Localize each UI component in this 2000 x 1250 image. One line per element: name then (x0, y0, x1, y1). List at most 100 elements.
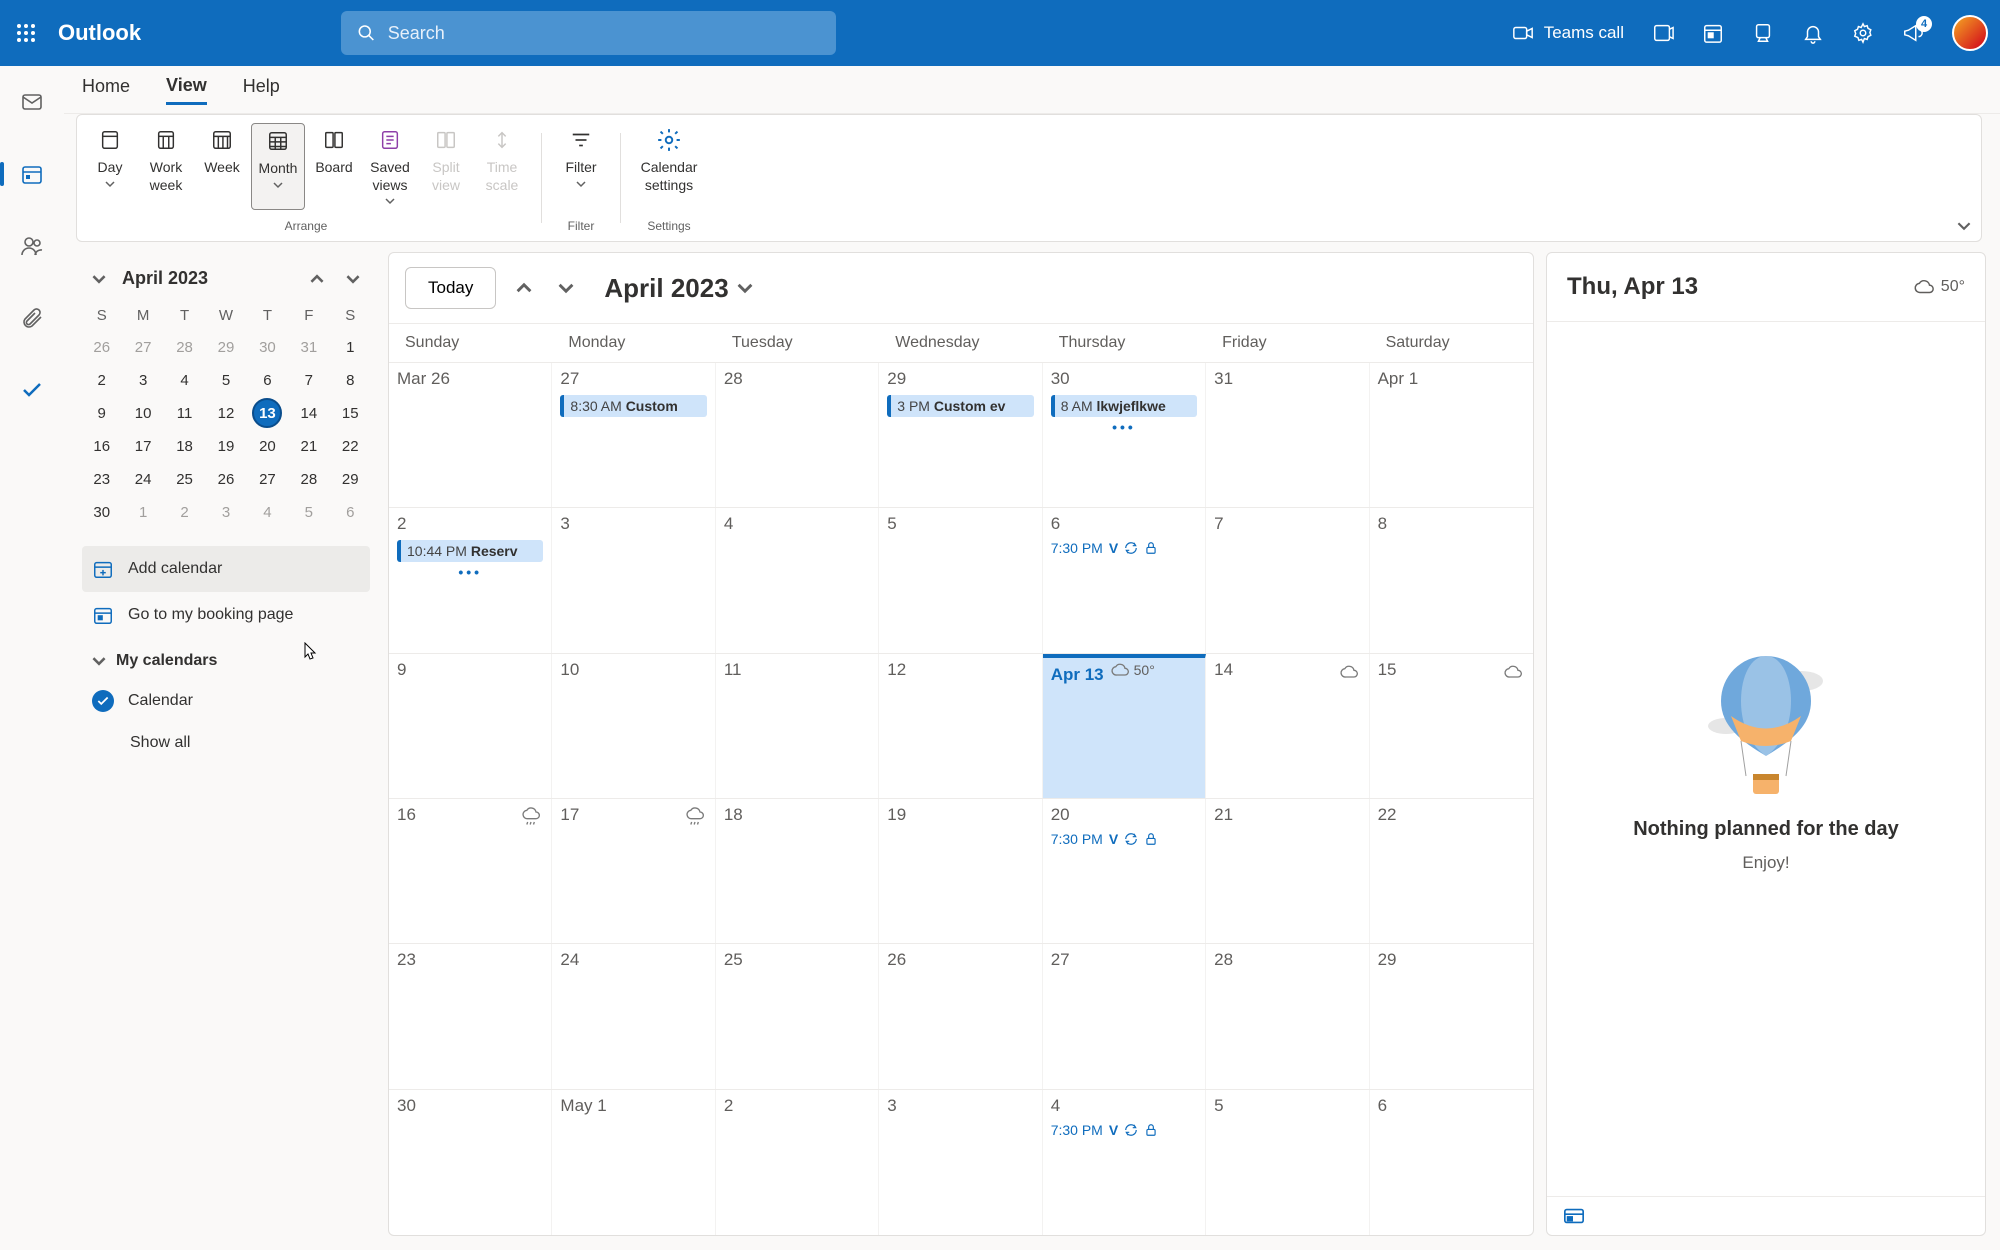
month-cell[interactable]: May 1 (552, 1090, 715, 1235)
month-cell[interactable]: 16 (389, 799, 552, 943)
mini-cal-day[interactable]: 23 (82, 464, 121, 495)
event-item[interactable]: 7:30 PM V (1051, 1122, 1197, 1138)
mini-cal-day[interactable]: 22 (331, 431, 370, 462)
month-cell[interactable]: 23 (389, 944, 552, 1088)
notifications-button[interactable] (1802, 22, 1824, 44)
event-chip[interactable]: 10:44 PM Reserv (397, 540, 543, 562)
mini-cal-day[interactable]: 11 (165, 398, 204, 429)
month-cell[interactable]: 30 (389, 1090, 552, 1235)
month-cell[interactable]: 6 (1370, 1090, 1533, 1235)
mini-cal-day[interactable]: 2 (82, 365, 121, 396)
event-item[interactable]: 7:30 PM V (1051, 540, 1197, 556)
search-input[interactable] (388, 23, 820, 44)
my-day-button[interactable] (1702, 22, 1724, 44)
expand-agenda-button[interactable] (1563, 1207, 1585, 1225)
mini-cal-day[interactable]: 28 (289, 464, 328, 495)
mini-cal-day[interactable]: 10 (123, 398, 162, 429)
mini-cal-day[interactable]: 30 (248, 332, 287, 363)
ribbon-arrange-month[interactable]: Month (251, 123, 305, 210)
month-cell[interactable]: 24 (552, 944, 715, 1088)
mini-cal-day[interactable]: 31 (289, 332, 328, 363)
mini-cal-day[interactable]: 9 (82, 398, 121, 429)
booking-page-link[interactable]: Go to my booking page (82, 592, 370, 638)
month-cell[interactable]: 26 (879, 944, 1042, 1088)
mini-cal-day[interactable]: 27 (123, 332, 162, 363)
mini-cal-day[interactable]: 16 (82, 431, 121, 462)
month-cell[interactable]: 308 AM lkwjeflkwe••• (1043, 363, 1206, 507)
ribbon-arrange-saved-views[interactable]: Saved views (363, 123, 417, 210)
month-cell[interactable]: 11 (716, 654, 879, 798)
settings-button[interactable] (1852, 22, 1874, 44)
month-cell[interactable]: 47:30 PM V (1043, 1090, 1206, 1235)
calendar-checkbox[interactable] (92, 690, 114, 712)
mini-cal-day[interactable]: 17 (123, 431, 162, 462)
month-cell[interactable]: 15 (1370, 654, 1533, 798)
mini-cal-day[interactable]: 7 (289, 365, 328, 396)
app-launcher[interactable] (12, 19, 40, 47)
mini-cal-day[interactable]: 30 (82, 497, 121, 528)
month-cell[interactable]: 31 (1206, 363, 1369, 507)
ribbon-filter-button[interactable]: Filter (554, 123, 608, 193)
prev-month-button[interactable] (510, 274, 538, 302)
mini-cal-collapse[interactable] (86, 270, 112, 288)
mini-cal-day[interactable]: 1 (331, 332, 370, 363)
meet-now-button[interactable] (1652, 22, 1674, 44)
event-item[interactable]: 7:30 PM V (1051, 831, 1197, 847)
month-cell[interactable]: Apr 1350° (1043, 654, 1206, 798)
event-chip[interactable]: 8:30 AM Custom (560, 395, 706, 417)
month-cell[interactable]: 293 PM Custom ev (879, 363, 1042, 507)
mini-cal-day[interactable]: 5 (206, 365, 245, 396)
today-button[interactable]: Today (405, 267, 496, 309)
month-cell[interactable]: 210:44 PM Reserv••• (389, 508, 552, 652)
mini-cal-day[interactable]: 26 (206, 464, 245, 495)
ribbon-arrange-day[interactable]: Day (83, 123, 137, 210)
mini-cal-day[interactable]: 26 (82, 332, 121, 363)
avatar[interactable] (1952, 15, 1988, 51)
tab-view[interactable]: View (166, 75, 207, 105)
mini-cal-day[interactable]: 3 (123, 365, 162, 396)
tab-home[interactable]: Home (82, 76, 130, 103)
next-month-button[interactable] (552, 274, 580, 302)
mini-cal-day[interactable]: 1 (123, 497, 162, 528)
tips-button[interactable] (1752, 22, 1774, 44)
teams-call-button[interactable]: Teams call (1512, 22, 1624, 44)
mini-cal-day[interactable]: 6 (248, 365, 287, 396)
month-cell[interactable]: 5 (879, 508, 1042, 652)
month-cell[interactable]: 28 (1206, 944, 1369, 1088)
mini-cal-day[interactable]: 2 (165, 497, 204, 528)
month-cell[interactable]: 3 (879, 1090, 1042, 1235)
month-cell[interactable]: 14 (1206, 654, 1369, 798)
mini-cal-day[interactable]: 6 (331, 497, 370, 528)
month-cell[interactable]: 22 (1370, 799, 1533, 943)
mini-cal-day[interactable]: 20 (248, 431, 287, 462)
ribbon-arrange-week[interactable]: Week (195, 123, 249, 210)
mini-cal-day[interactable]: 15 (331, 398, 370, 429)
calendar-list-item[interactable]: Calendar (82, 680, 370, 722)
mini-cal-day[interactable]: 18 (165, 431, 204, 462)
month-cell[interactable]: 18 (716, 799, 879, 943)
mini-cal-day[interactable]: 8 (331, 365, 370, 396)
whats-new-button[interactable]: 4 (1902, 22, 1924, 44)
ribbon-arrange-board[interactable]: Board (307, 123, 361, 210)
mini-cal-day[interactable]: 27 (248, 464, 287, 495)
month-cell[interactable]: 27 (1043, 944, 1206, 1088)
month-cell[interactable]: 5 (1206, 1090, 1369, 1235)
month-cell[interactable]: 19 (879, 799, 1042, 943)
mini-cal-day[interactable]: 24 (123, 464, 162, 495)
mini-cal-day[interactable]: 29 (206, 332, 245, 363)
month-cell[interactable]: 8 (1370, 508, 1533, 652)
month-cell[interactable]: 10 (552, 654, 715, 798)
month-cell[interactable]: 4 (716, 508, 879, 652)
month-cell[interactable]: 25 (716, 944, 879, 1088)
tab-help[interactable]: Help (243, 76, 280, 103)
show-all-link[interactable]: Show all (82, 722, 370, 762)
rail-files[interactable] (12, 298, 52, 338)
day-weather[interactable]: 50° (1913, 276, 1965, 298)
event-chip[interactable]: 8 AM lkwjeflkwe (1051, 395, 1197, 417)
month-cell[interactable]: 2 (716, 1090, 879, 1235)
mini-cal-day[interactable]: 3 (206, 497, 245, 528)
month-cell[interactable]: 7 (1206, 508, 1369, 652)
month-cell[interactable]: 12 (879, 654, 1042, 798)
search-box[interactable] (341, 11, 836, 55)
ribbon-collapse[interactable] (1957, 219, 1971, 233)
